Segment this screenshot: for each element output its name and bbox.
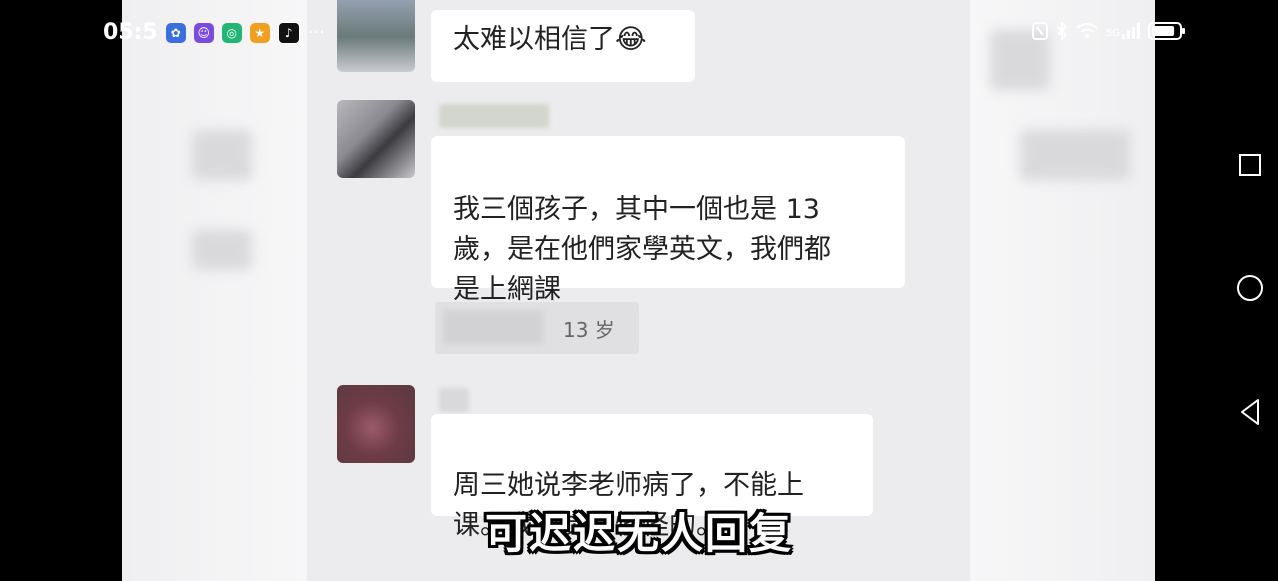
baidu-icon: ✿	[165, 22, 186, 43]
message-bubble: 太难以相信了😂	[431, 10, 695, 82]
home-button[interactable]	[1226, 272, 1274, 308]
recent-apps-button[interactable]	[1226, 150, 1274, 184]
message-text: 太难以相信了😂	[453, 24, 647, 55]
video-frame[interactable]: 太难以相信了😂 我三個孩子，其中一個也是 13 歲，是在他們家學英文，我們都 是…	[122, 0, 1155, 581]
chat-screenshot: 太难以相信了😂 我三個孩子，其中一個也是 13 歲，是在他們家學英文，我們都 是…	[307, 0, 970, 581]
blurred-background-left	[122, 0, 307, 581]
battery-icon	[1148, 22, 1186, 44]
quoted-text: 13 岁	[563, 318, 615, 342]
message-text: 我三個孩子，其中一個也是 13 歲，是在他們家學英文，我們都 是上網課	[453, 194, 831, 305]
quoted-reply: 13 岁	[435, 302, 639, 354]
game-icon: ★	[249, 22, 270, 43]
video-subtitle: 可迟迟无人回复	[484, 509, 793, 558]
blurred-background-right	[970, 0, 1155, 581]
back-button[interactable]	[1226, 396, 1274, 432]
sender-name	[439, 104, 549, 128]
chat-app-icon: ◎	[221, 22, 242, 43]
avatar	[337, 385, 415, 463]
clock: 05:5	[103, 20, 158, 45]
bluetooth-icon	[1056, 20, 1068, 44]
home-icon	[1236, 274, 1264, 306]
avatar	[337, 0, 415, 72]
more-notifications-icon: ···	[307, 22, 325, 43]
sender-name	[439, 388, 469, 412]
tiktok-icon: ♪	[277, 21, 300, 44]
status-bar-right: 5G	[1031, 20, 1186, 44]
message-bubble: 我三個孩子，其中一個也是 13 歲，是在他們家學英文，我們都 是上網課	[431, 136, 905, 305]
nfc-icon	[1031, 22, 1048, 44]
recent-apps-icon	[1238, 153, 1262, 181]
status-bar-left: 05:5 ✿ ☺ ◎ ★ ♪ ···	[103, 20, 325, 45]
network-type: 5G	[1105, 27, 1120, 39]
back-icon	[1238, 398, 1262, 430]
wifi-icon	[1076, 23, 1098, 43]
signal-icon	[1122, 23, 1140, 43]
avatar	[337, 100, 415, 178]
assistant-icon: ☺	[193, 22, 214, 43]
